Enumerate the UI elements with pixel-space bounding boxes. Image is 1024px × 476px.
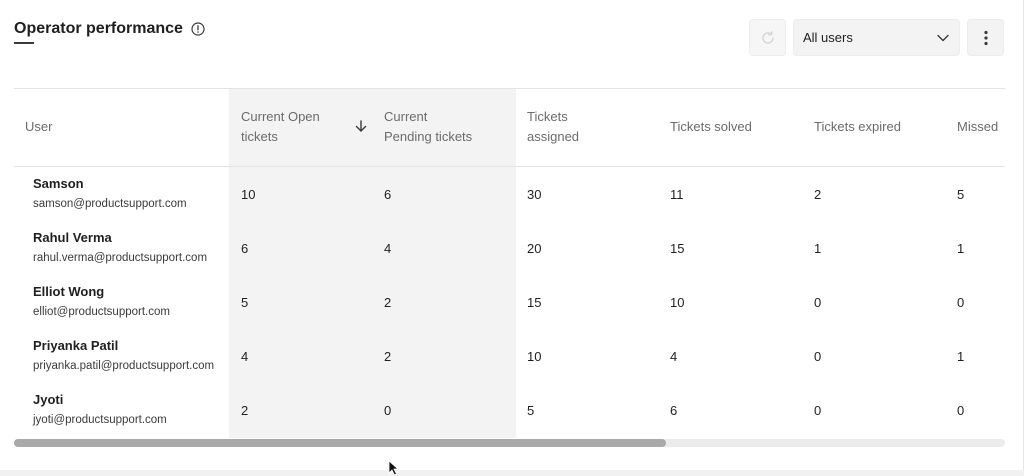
missed-value: 1 [957, 241, 965, 256]
missed-value: 0 [957, 295, 965, 310]
divider [14, 166, 1005, 167]
column-header-label: User [25, 119, 53, 134]
user-email: elliot@productsupport.com [33, 306, 170, 318]
toolbar: All users [749, 19, 1004, 56]
current-open-tickets-value: 4 [241, 349, 249, 364]
card-header: Operator performance [14, 20, 205, 38]
user-name: Jyoti [33, 392, 64, 407]
current-pending-tickets-value: 4 [384, 241, 392, 256]
table-row[interactable]: Jyoti jyoti@productsupport.com 2 0 5 6 0… [14, 384, 1005, 438]
column-header-label: Missed [957, 119, 999, 134]
user-filter-select[interactable]: All users [793, 19, 960, 56]
current-open-tickets-value: 5 [241, 295, 249, 310]
user-name: Priyanka Patil [33, 338, 119, 353]
user-filter-value: All users [803, 30, 853, 45]
tickets-solved-value: 11 [670, 187, 684, 202]
column-header-user[interactable]: User [25, 88, 52, 166]
tickets-assigned-value: 15 [527, 295, 542, 310]
tickets-expired-value: 1 [814, 241, 822, 256]
tickets-solved-value: 4 [670, 349, 678, 364]
user-name: Elliot Wong [33, 284, 105, 299]
bottom-edge [0, 470, 1024, 476]
chevron-down-icon [937, 34, 949, 41]
column-header-label: assigned [527, 129, 580, 144]
column-header-label: tickets [241, 129, 278, 144]
current-open-tickets-value: 2 [241, 403, 249, 418]
user-email: samson@productsupport.com [33, 198, 187, 210]
column-header-label: Current [384, 109, 428, 124]
column-header-label: Tickets [527, 109, 568, 124]
tickets-assigned-value: 30 [527, 187, 542, 202]
column-header-current-pending-tickets[interactable]: Current Pending tickets [384, 88, 472, 166]
table-row[interactable]: Samson samson@productsupport.com 10 6 30… [14, 168, 1005, 222]
refresh-button[interactable] [749, 19, 786, 56]
user-name: Samson [33, 176, 84, 191]
refresh-icon [761, 30, 774, 44]
tickets-solved-value: 10 [670, 295, 685, 310]
tickets-expired-value: 0 [814, 349, 822, 364]
user-email: rahul.verma@productsupport.com [33, 252, 208, 264]
table-row[interactable]: Elliot Wong elliot@productsupport.com 5 … [14, 276, 1005, 330]
mouse-cursor-icon [388, 460, 400, 476]
column-header-tickets-assigned[interactable]: Tickets assigned [527, 88, 579, 166]
user-email: priyanka.patil@productsupport.com [33, 360, 215, 372]
sort-arrow-down-icon[interactable] [354, 119, 368, 133]
info-circle-icon[interactable] [191, 22, 205, 36]
current-open-tickets-value: 6 [241, 241, 249, 256]
tickets-assigned-value: 5 [527, 403, 535, 418]
column-header-label: Tickets expired [814, 119, 901, 134]
column-header-label: Pending tickets [384, 129, 473, 144]
operator-table: User Current Open tickets Current Pendin… [14, 88, 1005, 438]
column-header-tickets-expired[interactable]: Tickets expired [814, 88, 901, 166]
column-header-label: Tickets solved [670, 119, 752, 134]
tickets-expired-value: 0 [814, 295, 822, 310]
missed-value: 1 [957, 349, 965, 364]
user-email: jyoti@productsupport.com [33, 414, 167, 426]
missed-value: 5 [957, 187, 965, 202]
table-row[interactable]: Rahul Verma rahul.verma@productsupport.c… [14, 222, 1005, 276]
more-options-button[interactable] [967, 19, 1004, 56]
current-open-tickets-value: 10 [241, 187, 256, 202]
missed-value: 0 [957, 403, 965, 418]
tickets-expired-value: 2 [814, 187, 822, 202]
horizontal-scrollbar-thumb[interactable] [14, 439, 666, 447]
page-title: Operator performance [14, 20, 183, 37]
title-underline [14, 42, 34, 44]
tickets-solved-value: 15 [670, 241, 685, 256]
column-header-label: Current Open [241, 109, 320, 124]
column-header-missed[interactable]: Missed [957, 88, 998, 166]
current-pending-tickets-value: 2 [384, 349, 392, 364]
current-pending-tickets-value: 6 [384, 187, 392, 202]
kebab-menu-icon [983, 30, 988, 45]
current-pending-tickets-value: 0 [384, 403, 392, 418]
tickets-solved-value: 6 [670, 403, 678, 418]
tickets-expired-value: 0 [814, 403, 822, 418]
column-header-tickets-solved[interactable]: Tickets solved [670, 88, 752, 166]
column-header-current-open-tickets[interactable]: Current Open tickets [241, 88, 381, 166]
tickets-assigned-value: 10 [527, 349, 542, 364]
user-name: Rahul Verma [33, 230, 112, 245]
table-row[interactable]: Priyanka Patil priyanka.patil@productsup… [14, 330, 1005, 384]
tickets-assigned-value: 20 [527, 241, 542, 256]
current-pending-tickets-value: 2 [384, 295, 392, 310]
